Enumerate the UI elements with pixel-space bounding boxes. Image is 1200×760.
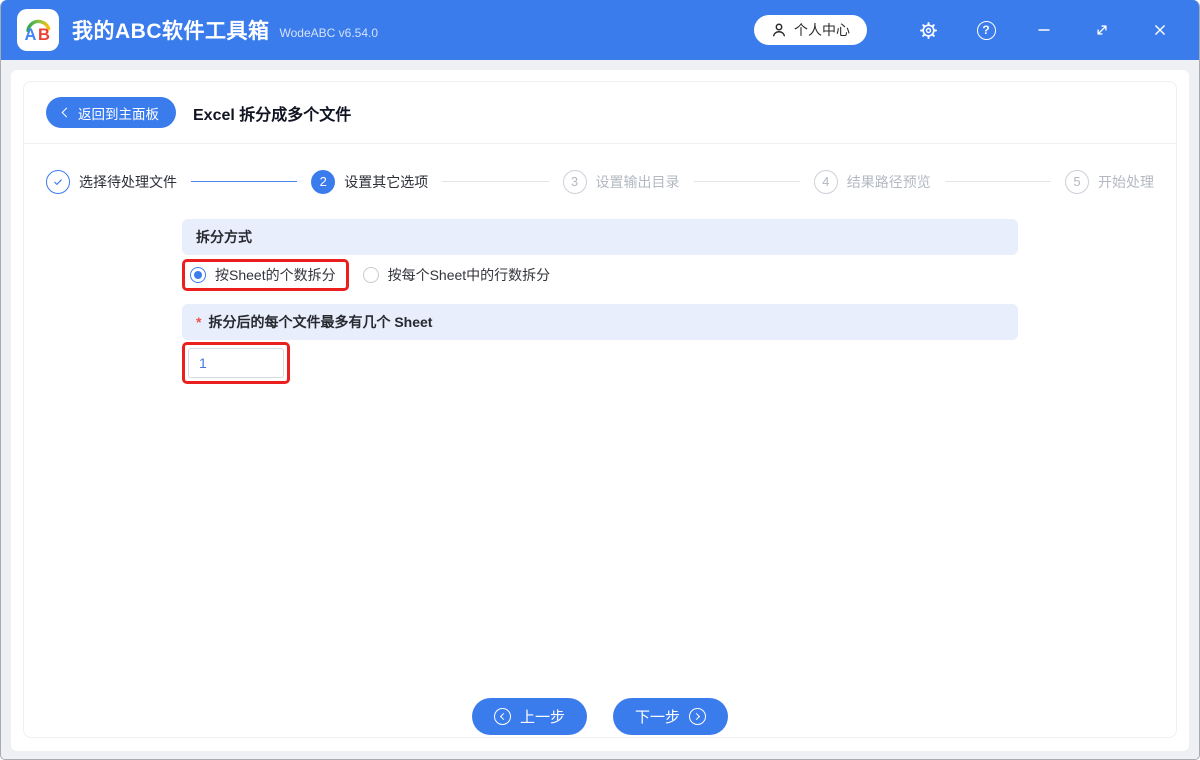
chevron-left-icon <box>499 712 508 721</box>
radio-unselected-icon <box>362 267 379 283</box>
close-icon <box>1155 25 1165 35</box>
titlebar: A B 我的ABC软件工具箱 WodeABC v6.54.0 个人中心 ? <box>1 0 1199 60</box>
split-mode-radio-group: 按Sheet的个数拆分 按每个Sheet中的行数拆分 <box>182 259 1018 291</box>
annotation-box-radio: 按Sheet的个数拆分 <box>182 259 349 291</box>
step-3-output-dir: 3 设置输出目录 <box>562 169 680 194</box>
app-window: A B 我的ABC软件工具箱 WodeABC v6.54.0 个人中心 ? 返回… <box>0 0 1200 760</box>
titlebar-actions: 个人中心 ? <box>754 15 1171 45</box>
step-2-label: 设置其它选项 <box>344 173 429 190</box>
user-center-label: 个人中心 <box>794 22 850 38</box>
maximize-button[interactable] <box>1091 19 1113 41</box>
step-1-circle <box>46 169 70 194</box>
radio-selected-icon <box>190 267 206 283</box>
step-5-start: 5 开始处理 <box>1065 169 1154 194</box>
next-step-label: 下一步 <box>635 709 681 726</box>
step-4-result-preview: 4 结果路径预览 <box>813 169 931 194</box>
back-to-main-button[interactable]: 返回到主面板 <box>46 97 176 128</box>
page-panel: 返回到主面板 Excel 拆分成多个文件 选择待处理文件 2 设置其它选项 3 … <box>11 70 1189 751</box>
wizard-card: 返回到主面板 Excel 拆分成多个文件 选择待处理文件 2 设置其它选项 3 … <box>23 81 1177 738</box>
sheet-limit-section-header: * 拆分后的每个文件最多有几个 Sheet <box>182 304 1018 340</box>
chevron-right-icon <box>692 712 701 721</box>
check-icon <box>54 178 62 185</box>
card-header: 返回到主面板 Excel 拆分成多个文件 <box>24 82 1176 144</box>
gear-icon <box>919 21 937 39</box>
radio-by-sheet-count-label: 按Sheet的个数拆分 <box>215 267 336 283</box>
step-3-circle: 3 <box>562 169 587 194</box>
close-button[interactable] <box>1149 19 1171 41</box>
help-button[interactable]: ? <box>975 19 997 41</box>
step-1-select-files: 选择待处理文件 <box>46 169 177 194</box>
step-2-circle: 2 <box>311 169 336 194</box>
back-button-label: 返回到主面板 <box>78 106 159 122</box>
svg-text:A: A <box>25 26 37 44</box>
person-icon <box>772 23 786 37</box>
step-2-options: 2 设置其它选项 <box>311 169 429 194</box>
step-4-label: 结果路径预览 <box>846 173 931 190</box>
step-4-circle: 4 <box>813 169 838 194</box>
step-5-label: 开始处理 <box>1098 173 1154 190</box>
radio-by-sheet-count[interactable]: 按Sheet的个数拆分 <box>190 265 336 285</box>
step-3-label: 设置输出目录 <box>595 173 680 190</box>
arrow-right-circle-icon <box>689 708 707 725</box>
wizard-footer: 上一步 下一步 <box>24 698 1176 737</box>
step-connector <box>442 180 549 183</box>
sheet-limit-title: 拆分后的每个文件最多有几个 Sheet <box>208 314 433 330</box>
step-indicator: 选择待处理文件 2 设置其它选项 3 设置输出目录 4 结果路径预览 5 开始处… <box>24 144 1176 219</box>
arrow-left-circle-icon <box>493 708 511 725</box>
radio-by-rows[interactable]: 按每个Sheet中的行数拆分 <box>362 265 551 285</box>
next-step-button[interactable]: 下一步 <box>613 698 729 735</box>
previous-step-label: 上一步 <box>519 709 565 726</box>
help-icon: ? <box>976 20 996 40</box>
sheet-limit-input-row <box>182 342 1018 384</box>
split-mode-section-header: 拆分方式 <box>182 219 1018 255</box>
previous-step-button[interactable]: 上一步 <box>471 698 587 735</box>
split-mode-title: 拆分方式 <box>196 229 252 245</box>
annotation-box-input <box>182 342 290 384</box>
step-5-circle: 5 <box>1065 169 1089 194</box>
user-center-button[interactable]: 个人中心 <box>754 15 867 45</box>
step-connector <box>944 180 1051 183</box>
svg-text:B: B <box>38 26 50 44</box>
form-content: 拆分方式 按Sheet的个数拆分 按每个Sheet中的行数拆分 * 拆分后的每个… <box>182 219 1018 698</box>
minimize-button[interactable] <box>1033 19 1055 41</box>
minimize-icon <box>1038 29 1050 31</box>
step-1-label: 选择待处理文件 <box>79 173 177 190</box>
app-title: 我的ABC软件工具箱 <box>72 20 270 43</box>
step-connector <box>191 180 298 183</box>
chevron-left-icon <box>61 107 72 118</box>
app-version: WodeABC v6.54.0 <box>279 26 379 40</box>
app-logo-icon: A B <box>17 9 59 51</box>
step-connector <box>693 180 800 183</box>
required-asterisk: * <box>196 314 202 330</box>
sheet-limit-input[interactable] <box>188 348 284 378</box>
settings-button[interactable] <box>917 19 939 41</box>
page-title: Excel 拆分成多个文件 <box>193 106 352 124</box>
radio-by-rows-label: 按每个Sheet中的行数拆分 <box>387 267 551 283</box>
expand-icon <box>1097 25 1107 35</box>
